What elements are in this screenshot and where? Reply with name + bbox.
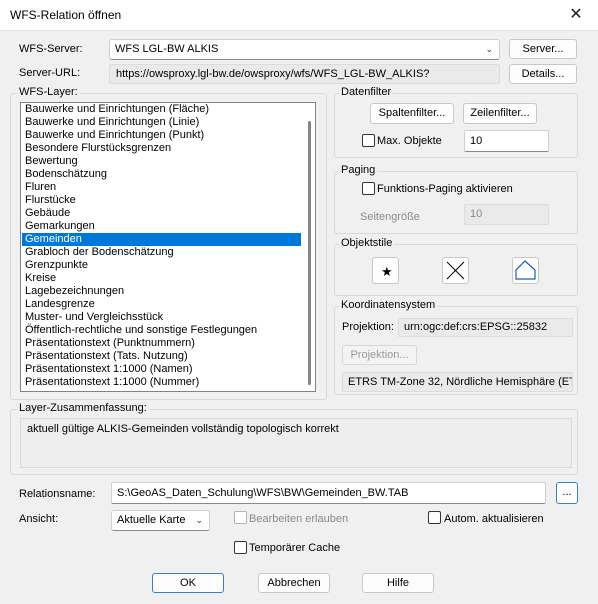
autom-aktualisieren-label: Autom. aktualisieren xyxy=(444,513,544,525)
server-url-label: Server-URL: xyxy=(19,67,81,79)
layer-list: Bauwerke und Einrichtungen (Fläche) Bauwe… xyxy=(21,103,315,389)
list-item[interactable]: Präsentationstext 1:1000 (Namen) xyxy=(22,363,301,376)
list-item[interactable]: Bewertung xyxy=(22,155,301,168)
list-item[interactable]: Gemeinden xyxy=(22,233,301,246)
chevron-down-icon: ⌄ xyxy=(195,515,203,525)
summary-text: aktuell gültige ALKIS-Gemeinden vollstän… xyxy=(20,418,572,468)
list-item[interactable]: Muster- und Vergleichsstück xyxy=(22,311,301,324)
paging-title: Paging xyxy=(339,164,378,176)
datenfilter-title: Datenfilter xyxy=(339,86,394,98)
list-item[interactable]: Kreise xyxy=(22,272,301,285)
objektstile-title: Objektstile xyxy=(339,237,395,249)
help-button[interactable]: Hilfe xyxy=(362,573,434,593)
server-combo[interactable]: WFS LGL-BW ALKIS ⌄ xyxy=(109,39,500,60)
wfs-layer-label: WFS-Layer: xyxy=(17,86,80,98)
server-button[interactable]: Server... xyxy=(509,39,577,59)
temp-cache-label: Temporärer Cache xyxy=(249,542,341,554)
server-url-field: https://owsproxy.lgl-bw.de/owsproxy/wfs/… xyxy=(109,64,500,84)
star-icon: ★ xyxy=(381,265,393,280)
chevron-down-icon: ⌄ xyxy=(485,44,493,54)
region-style-button[interactable] xyxy=(512,257,539,284)
list-item[interactable]: Grenzpunkte xyxy=(22,259,301,272)
projektion-field: urn:ogc:def:crs:EPSG::25832 xyxy=(398,318,573,337)
max-objekte-checkbox[interactable] xyxy=(362,134,375,147)
paging-checkbox[interactable] xyxy=(362,182,375,195)
browse-button[interactable]: ... xyxy=(556,482,578,504)
list-item[interactable]: Besondere Flurstücksgrenzen xyxy=(22,142,301,155)
autom-aktualisieren-checkbox[interactable] xyxy=(428,511,441,524)
ansicht-value: Aktuelle Karte xyxy=(117,514,186,526)
close-icon[interactable]: ✕ xyxy=(562,3,590,27)
max-objekte-label: Max. Objekte xyxy=(377,135,442,147)
list-item[interactable]: Grabloch der Bodenschätzung xyxy=(22,246,301,259)
list-item[interactable]: Bauwerke und Einrichtungen (Linie) xyxy=(22,116,301,129)
line-style-button[interactable] xyxy=(442,257,469,284)
cancel-button[interactable]: Abbrechen xyxy=(258,573,330,593)
list-item[interactable]: Bauwerke und Einrichtungen (Punkt) xyxy=(22,129,301,142)
line-style-icon xyxy=(446,261,465,280)
list-item[interactable]: Lagebezeichnungen xyxy=(22,285,301,298)
spaltenfilter-button[interactable]: Spaltenfilter... xyxy=(370,103,454,124)
ok-button[interactable]: OK xyxy=(152,573,224,593)
max-objekte-input[interactable]: 10 xyxy=(464,130,549,152)
list-item[interactable]: Flurstücke xyxy=(22,194,301,207)
bearbeiten-label: Bearbeiten erlauben xyxy=(249,513,349,525)
list-item[interactable]: Gebäude xyxy=(22,207,301,220)
layer-listbox[interactable]: Bauwerke und Einrichtungen (Fläche) Bauwe… xyxy=(20,102,316,392)
list-item[interactable]: Bauwerke und Einrichtungen (Fläche) xyxy=(22,103,301,116)
ansicht-label: Ansicht: xyxy=(19,513,59,525)
svg-text:★: ★ xyxy=(381,265,393,280)
list-item[interactable]: Landesgrenze xyxy=(22,298,301,311)
details-button[interactable]: Details... xyxy=(509,64,577,84)
projektion-label: Projektion: xyxy=(342,321,394,333)
seitengroesse-input: 10 xyxy=(464,204,549,225)
list-item[interactable]: Gemarkungen xyxy=(22,220,301,233)
list-item[interactable]: Präsentationstext (Punktnummern) xyxy=(22,337,301,350)
projektion-button[interactable]: Projektion... xyxy=(342,345,417,365)
list-item[interactable]: Öffentlich-rechtliche und sonstige Festl… xyxy=(22,324,301,337)
title-bar: WFS-Relation öffnen ✕ xyxy=(0,0,598,31)
list-item[interactable]: Bodenschätzung xyxy=(22,168,301,181)
projection-description: ETRS TM-Zone 32, Nördliche Hemisphäre (E… xyxy=(342,372,573,392)
polygon-icon xyxy=(515,260,536,280)
paging-label: Funktions-Paging aktivieren xyxy=(377,183,513,195)
list-item[interactable]: Fluren xyxy=(22,181,301,194)
list-item[interactable]: Präsentationstext 1:1000 (Nummer) xyxy=(22,376,301,389)
window-title: WFS-Relation öffnen xyxy=(10,8,122,22)
list-item[interactable]: Präsentationstext (Tats. Nutzung) xyxy=(22,350,301,363)
list-scrollbar[interactable] xyxy=(308,121,311,385)
server-label: WFS-Server: xyxy=(19,43,83,55)
relationsname-input[interactable]: S:\GeoAS_Daten_Schulung\WFS\BW\Gemeinden… xyxy=(111,482,546,504)
seitengroesse-label: Seitengröße xyxy=(360,211,420,223)
relationsname-label: Relationsname: xyxy=(19,488,96,500)
bearbeiten-checkbox[interactable] xyxy=(234,511,247,524)
zeilenfilter-button[interactable]: Zeilenfilter... xyxy=(463,103,537,124)
server-value: WFS LGL-BW ALKIS xyxy=(115,43,219,55)
temp-cache-checkbox[interactable] xyxy=(234,541,247,554)
koordinatensystem-title: Koordinatensystem xyxy=(339,299,438,311)
ansicht-combo[interactable]: Aktuelle Karte ⌄ xyxy=(111,510,210,531)
point-style-button[interactable]: ★ xyxy=(372,257,399,284)
summary-title: Layer-Zusammenfassung: xyxy=(17,402,149,414)
